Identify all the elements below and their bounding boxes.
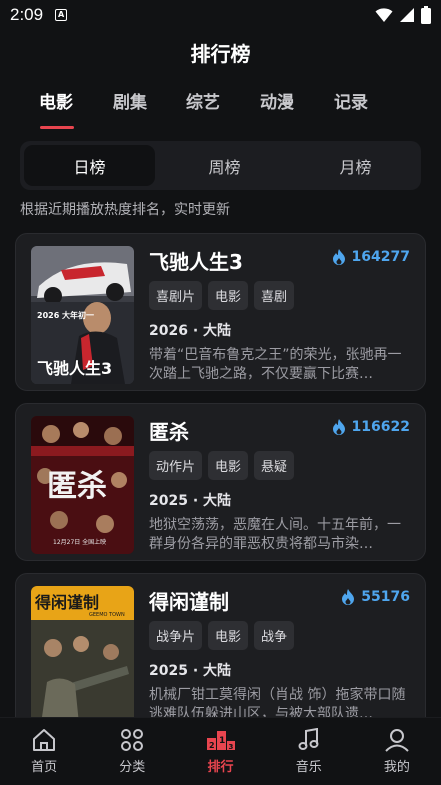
movie-tags: 喜剧片 电影 喜剧 [149,281,295,310]
svg-text:GEEMO TOWN: GEEMO TOWN [89,612,125,618]
movie-tags: 战争片 电影 战争 [149,621,295,650]
genre-tag: 战争 [254,621,295,650]
svg-text:匿杀: 匿杀 [47,469,107,504]
heat-score: 164277 [332,249,410,265]
battery-icon [421,6,431,24]
svg-text:得闲谨制: 得闲谨制 [34,593,99,612]
period-daily[interactable]: 日榜 [24,145,155,186]
genre-tag: 电影 [208,281,249,310]
wifi-icon [375,8,393,22]
genre-tag: 喜剧片 [149,281,203,310]
bottom-nav: 首页 分类 2 1 3 排行 音乐 我的 [0,717,441,785]
tab-movie[interactable]: 电影 [26,88,86,129]
movie-card[interactable]: 得闲谨制 GEEMO TOWN 得闲谨制 55176 战争片 电影 战争 202… [15,573,426,717]
svg-text:3: 3 [228,743,233,751]
movie-year-region: 2026 · 大陆 [149,323,232,339]
home-icon [33,729,56,751]
movie-description: 带着“巴音布鲁克之王”的荣光，张驰再一次踏上飞驰之路，不仅要赢下比赛… [149,347,402,382]
movie-card[interactable]: 匿杀 12月27日 全国上映 匿杀 116622 动作片 电影 悬疑 2025 … [15,403,426,561]
flame-icon [342,589,355,605]
category-tabs: 电影 剧集 综艺 动漫 记录 [0,88,441,132]
profile-icon [385,729,409,752]
music-icon [298,728,319,750]
nav-category[interactable]: 分类 [88,718,176,785]
tab-label: 记录 [334,93,368,113]
nav-label: 分类 [119,760,146,775]
active-tab-indicator [40,126,74,129]
category-icon [121,729,144,751]
status-icons [375,6,431,24]
svg-text:2026 大年初一: 2026 大年初一 [37,310,94,320]
genre-tag: 战争片 [149,621,203,650]
movie-year-region: 2025 · 大陆 [149,493,232,509]
movie-poster: 得闲谨制 GEEMO TOWN [31,586,134,717]
svg-text:飞驰人生3: 飞驰人生3 [37,359,112,378]
heat-value: 55176 [361,589,410,605]
movie-year-region: 2025 · 大陆 [149,663,232,679]
nav-ranking[interactable]: 2 1 3 排行 [176,718,264,785]
ranking-list[interactable]: 2026 大年初一 飞驰人生3 飞驰人生3 164277 喜剧片 电影 喜剧 2… [0,230,441,717]
status-bar: 2:09 A [0,0,441,30]
signal-icon [400,8,414,22]
movie-poster: 2026 大年初一 飞驰人生3 [31,246,134,384]
tab-variety[interactable]: 综艺 [173,88,233,113]
genre-tag: 动作片 [149,451,203,480]
heat-score: 55176 [341,589,410,605]
nav-music[interactable]: 音乐 [265,718,353,785]
tab-series[interactable]: 剧集 [100,88,160,113]
heat-score: 116622 [332,419,410,435]
nav-label: 音乐 [295,760,322,775]
movie-title: 匿杀 [149,420,189,444]
movie-poster: 匿杀 12月27日 全国上映 [31,416,134,554]
tab-label: 动漫 [260,93,294,113]
heat-value: 164277 [351,249,410,265]
nav-label: 我的 [383,760,410,775]
genre-tag: 喜剧 [254,281,295,310]
tab-anime[interactable]: 动漫 [247,88,307,113]
tab-label: 电影 [39,93,73,113]
svg-text:2: 2 [209,741,215,750]
period-monthly[interactable]: 月榜 [290,141,421,190]
movie-title: 飞驰人生3 [149,250,243,274]
genre-tag: 电影 [208,451,249,480]
flame-icon [332,419,345,435]
ranking-hint: 根据近期播放热度排名，实时更新 [20,202,230,218]
tab-documentary[interactable]: 记录 [321,88,381,113]
nav-label: 首页 [31,760,58,775]
movie-title: 得闲谨制 [149,590,229,614]
genre-tag: 悬疑 [254,451,295,480]
tab-label: 综艺 [186,93,220,113]
period-weekly[interactable]: 周榜 [159,141,290,190]
movie-tags: 动作片 电影 悬疑 [149,451,295,480]
genre-tag: 电影 [208,621,249,650]
period-switch: 日榜 周榜 月榜 [20,141,421,190]
clock: 2:09 [10,5,44,24]
heat-value: 116622 [351,419,410,435]
tab-label: 剧集 [113,93,147,113]
notification-badge-icon: A [55,9,68,21]
nav-profile[interactable]: 我的 [353,718,441,785]
movie-description: 地狱空荡荡，恶魔在人间。十五年前，一群身份各异的罪恶权贵将都马市染… [149,517,401,552]
movie-description: 机械厂钳工莫得闲（肖战 饰）拖家带口随逃难队伍躲进山区，与被大部队遗… [149,687,406,717]
flame-icon [332,249,345,265]
svg-text:1: 1 [219,736,225,746]
nav-home[interactable]: 首页 [0,718,88,785]
svg-text:12月27日 全国上映: 12月27日 全国上映 [53,538,106,546]
nav-label: 排行 [207,760,234,775]
movie-card[interactable]: 2026 大年初一 飞驰人生3 飞驰人生3 164277 喜剧片 电影 喜剧 2… [15,233,426,391]
ranking-icon: 2 1 3 [206,731,235,751]
page-title: 排行榜 [190,42,251,66]
